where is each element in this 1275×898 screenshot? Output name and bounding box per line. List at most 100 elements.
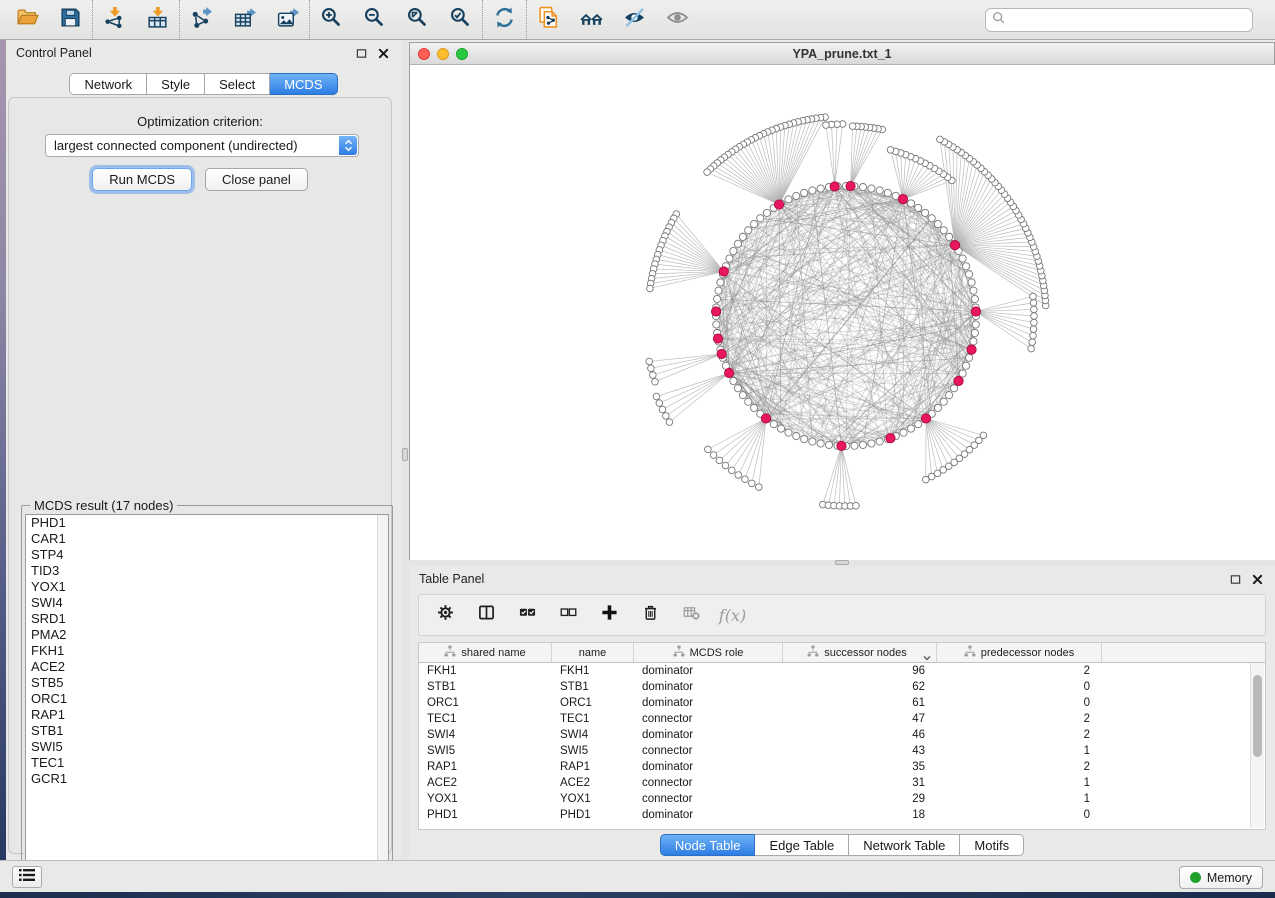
search-box[interactable] [985,8,1253,32]
tab-style[interactable]: Style [147,73,205,95]
refresh-button[interactable] [483,2,526,38]
float-window-icon[interactable] [1227,571,1243,587]
tab-mcds[interactable]: MCDS [270,73,337,95]
mcds-result-list[interactable]: PHD1CAR1STP4TID3YOX1SWI4SRD1PMA2FKH1ACE2… [25,514,389,877]
float-window-icon[interactable] [353,45,369,61]
duplicate-network-button[interactable] [527,2,570,38]
network-view-canvas[interactable] [410,65,1275,560]
zoom-in-button[interactable] [310,2,353,38]
close-panel-button[interactable]: Close panel [205,168,308,191]
cell: 96 [783,665,937,677]
cell: dominator [634,665,783,677]
tab-motifs[interactable]: Motifs [960,834,1024,856]
table-scrollbar[interactable] [1250,663,1264,828]
vertical-split-divider[interactable] [401,40,409,860]
delete-button[interactable] [642,607,659,624]
column-header-name[interactable]: name [552,643,634,662]
mcds-result-item[interactable]: SWI5 [26,739,388,755]
mcds-result-item[interactable]: ORC1 [26,691,388,707]
cell: ACE2 [552,777,634,789]
column-label: predecessor nodes [981,647,1075,659]
mcds-result-item[interactable]: TEC1 [26,755,388,771]
clear-selection-button[interactable] [560,607,577,624]
table-row[interactable]: PHD1PHD1dominator180 [419,807,1265,823]
cell: FKH1 [419,665,552,677]
table-row[interactable]: ACE2ACE2connector311 [419,775,1265,791]
search-input[interactable] [1010,12,1246,28]
cell: 46 [783,729,937,741]
export-image-button[interactable] [266,2,309,38]
table-tabbar: Node TableEdge TableNetwork TableMotifs [409,834,1275,856]
show-all-button[interactable] [656,2,699,38]
toolbar-group [6,0,92,40]
table-row[interactable]: RAP1RAP1dominator352 [419,759,1265,775]
table-row[interactable]: TEC1TEC1connector472 [419,711,1265,727]
open-file-button[interactable] [6,2,49,38]
table-row[interactable]: STB1STB1dominator620 [419,679,1265,695]
close-window-icon[interactable] [418,48,430,60]
select-all-button[interactable] [519,607,536,624]
cell: dominator [634,809,783,821]
column-header-shared-name[interactable]: shared name [419,643,552,662]
import-network-button[interactable] [93,2,136,38]
memory-button[interactable]: Memory [1179,866,1263,889]
cell: 2 [937,665,1102,677]
tab-network[interactable]: Network [69,73,147,95]
mcds-result-item[interactable]: CAR1 [26,531,388,547]
mcds-result-item[interactable]: FKH1 [26,643,388,659]
table-row[interactable]: FKH1FKH1dominator962 [419,663,1265,679]
mcds-result-item[interactable]: PMA2 [26,627,388,643]
tab-network-table[interactable]: Network Table [849,834,960,856]
table-row[interactable]: YOX1YOX1connector291 [419,791,1265,807]
maximize-window-icon[interactable] [456,48,468,60]
mcds-result-item[interactable]: ACE2 [26,659,388,675]
table-row[interactable]: SWI5SWI5connector431 [419,743,1265,759]
close-panel-icon[interactable] [375,45,391,61]
table-row[interactable]: ORC1ORC1dominator610 [419,695,1265,711]
mcds-result-item[interactable]: SWI4 [26,595,388,611]
optimization-criterion-select[interactable]: largest connected component (undirected) [45,134,359,157]
cell: PHD1 [552,809,634,821]
divider-grip[interactable] [835,560,849,565]
mcds-result-item[interactable]: PHD1 [26,515,388,531]
mcds-result-item[interactable]: STP4 [26,547,388,563]
function-button[interactable]: f(x) [724,607,741,624]
export-network-button[interactable] [180,2,223,38]
network-window-titlebar[interactable]: YPA_prune.txt_1 [410,43,1274,65]
run-mcds-button[interactable]: Run MCDS [92,168,192,191]
table-scrollbar-thumb[interactable] [1253,675,1262,757]
import-table-button[interactable] [136,2,179,38]
first-neighbors-button[interactable] [570,2,613,38]
mcds-result-item[interactable]: STB5 [26,675,388,691]
save-session-button[interactable] [49,2,92,38]
mcds-result-item[interactable]: RAP1 [26,707,388,723]
mcds-result-item[interactable]: STB1 [26,723,388,739]
gear-button[interactable] [437,607,454,624]
table-row[interactable]: SWI4SWI4dominator462 [419,727,1265,743]
mcds-result-item[interactable]: YOX1 [26,579,388,595]
cell: TEC1 [419,713,552,725]
tab-edge-table[interactable]: Edge Table [755,834,849,856]
mcds-result-item[interactable]: TID3 [26,563,388,579]
columns-button[interactable] [478,607,495,624]
add-button[interactable] [601,607,618,624]
zoom-out-button[interactable] [353,2,396,38]
close-panel-icon[interactable] [1249,571,1265,587]
minimize-window-icon[interactable] [437,48,449,60]
cell: dominator [634,761,783,773]
export-table-button[interactable] [223,2,266,38]
zoom-selected-button[interactable] [439,2,482,38]
column-header-MCDS-role[interactable]: MCDS role [634,643,783,662]
column-header-predecessor-nodes[interactable]: predecessor nodes [937,643,1102,662]
mcds-result-scrollbar[interactable] [377,515,388,876]
mcds-result-item[interactable]: SRD1 [26,611,388,627]
tab-node-table[interactable]: Node Table [660,834,756,856]
zoom-fit-button[interactable] [396,2,439,38]
hide-selected-button[interactable] [613,2,656,38]
delete-table-button[interactable] [683,607,700,624]
divider-grip[interactable] [402,448,408,461]
mcds-result-item[interactable]: GCR1 [26,771,388,787]
tab-select[interactable]: Select [205,73,270,95]
column-header-successor-nodes[interactable]: successor nodes [783,643,937,662]
task-history-button[interactable] [12,866,42,888]
